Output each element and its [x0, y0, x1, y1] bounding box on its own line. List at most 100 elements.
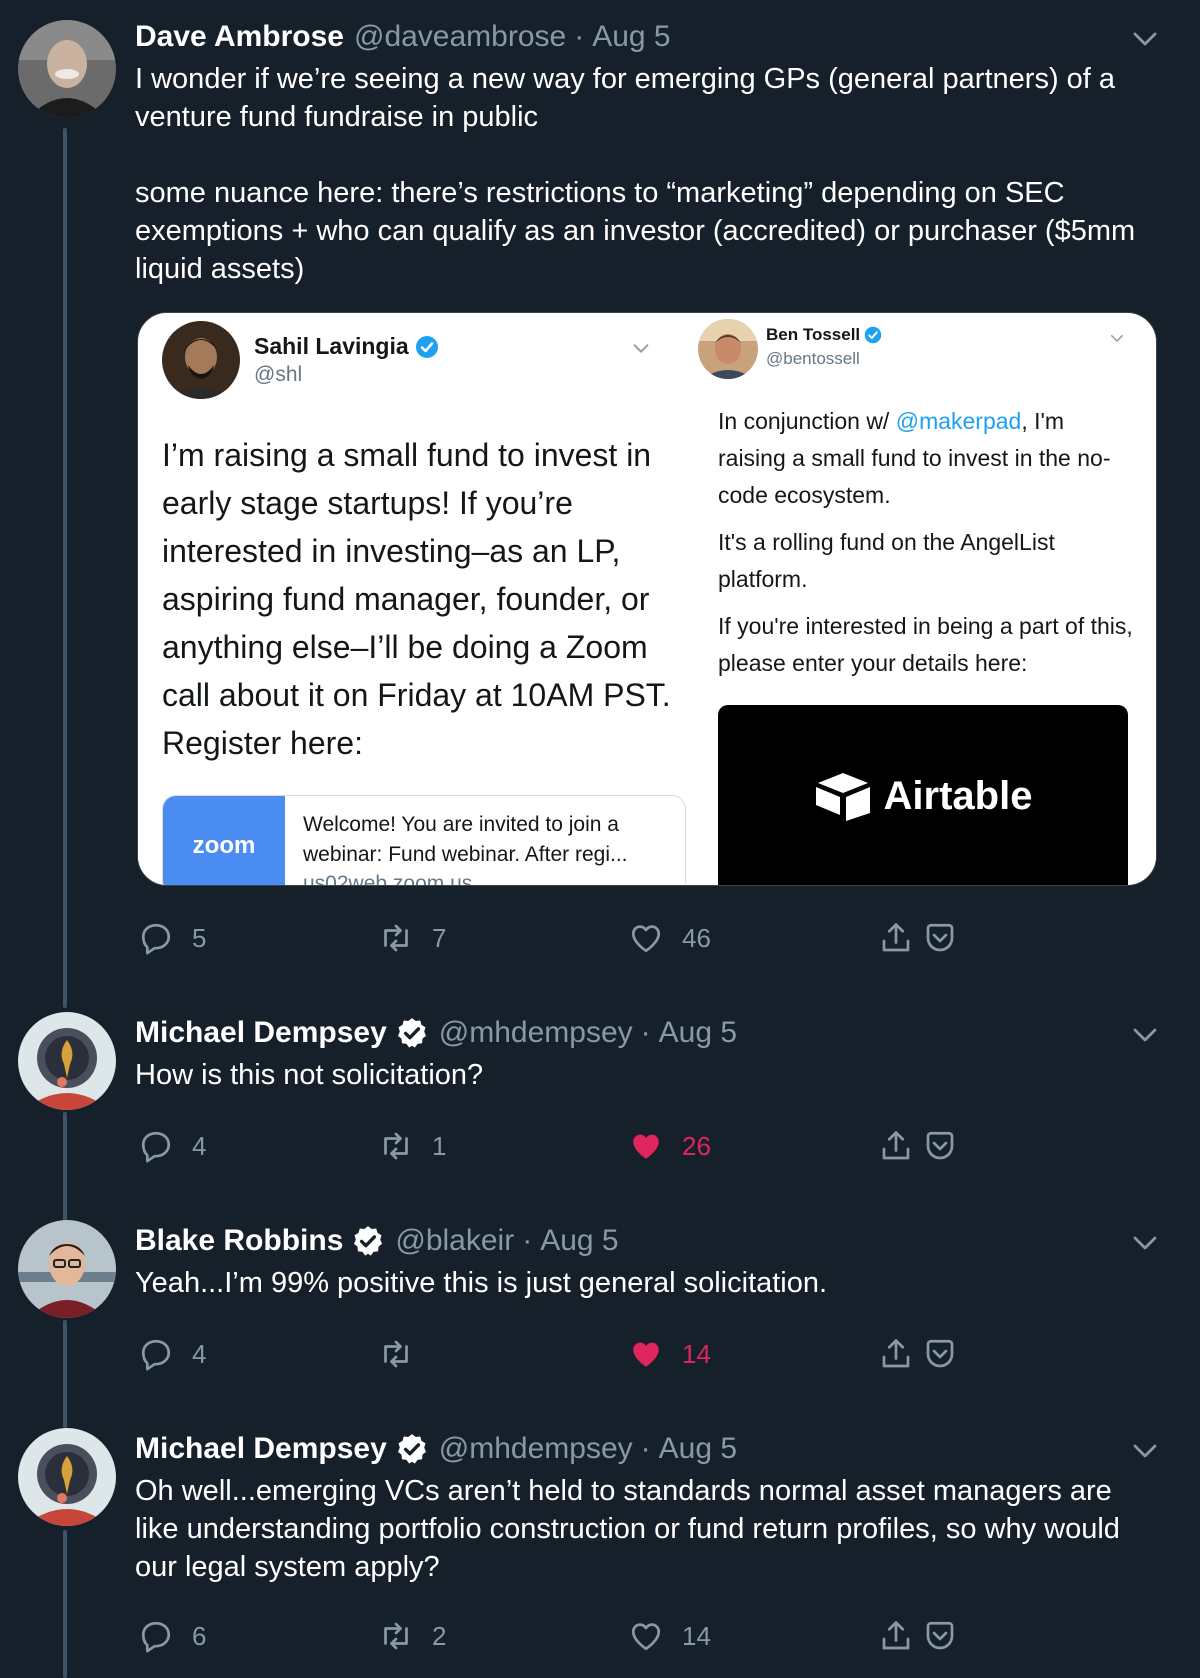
embedded-paragraph: In conjunction w/ @makerpad, I'm raising…	[718, 403, 1138, 514]
embedded-tweet-sahil: Sahil Lavingia @shl I’m raising a small …	[138, 313, 698, 885]
reply-button[interactable]: 4	[138, 1128, 206, 1164]
avatar[interactable]	[18, 1428, 116, 1526]
retweet-icon	[384, 1622, 408, 1650]
chevron-down-icon[interactable]	[1130, 1436, 1160, 1466]
embedded-name-text: Sahil Lavingia	[254, 333, 409, 359]
share-icon	[882, 1131, 910, 1160]
mention-link: @makerpad	[895, 408, 1022, 434]
avatar[interactable]	[18, 1012, 116, 1110]
like-button[interactable]: 14	[628, 1618, 711, 1654]
bookmark-icon	[926, 1131, 954, 1160]
bookmark-button[interactable]	[922, 920, 958, 956]
like-icon	[633, 1134, 659, 1159]
avatar	[698, 319, 758, 379]
zoom-card-text: Welcome! You are invited to join a webin…	[303, 813, 628, 866]
avatar[interactable]	[18, 20, 116, 118]
reply-count: 4	[192, 1130, 207, 1161]
reply-button[interactable]: 6	[138, 1618, 206, 1654]
embedded-name-text: Ben Tossell	[766, 325, 861, 344]
reply-count: 6	[192, 1620, 207, 1651]
tweet-media-image[interactable]: Sahil Lavingia @shl I’m raising a small …	[137, 312, 1157, 886]
chevron-down-icon[interactable]	[1130, 1228, 1160, 1258]
zoom-link-card: zoom Welcome! You are invited to join a …	[162, 795, 686, 885]
embedded-display-name: Ben Tossell	[766, 325, 882, 345]
embedded-paragraph: If you're interested in being a part of …	[718, 613, 1133, 676]
verified-icon	[415, 335, 438, 358]
bookmark-icon	[926, 1621, 954, 1650]
chevron-down-icon[interactable]	[1130, 24, 1160, 54]
embedded-tweet-text: I’m raising a small fund to invest in ea…	[162, 437, 680, 761]
handle[interactable]: @daveambrose	[354, 18, 566, 56]
display-name[interactable]: Michael Dempsey	[135, 1014, 387, 1052]
text-prefix: In conjunction w/	[718, 408, 896, 434]
separator-dot: ·	[640, 1016, 651, 1049]
tweet-actions: 4 14	[138, 1336, 958, 1376]
tweet-actions: 4 1 26	[138, 1128, 958, 1168]
share-icon	[882, 1339, 910, 1368]
verified-icon	[397, 1434, 426, 1464]
embedded-tweet-ben: Ben Tossell @bentossell In conjunction w…	[698, 313, 1156, 885]
verified-icon	[864, 326, 882, 344]
share-icon	[882, 1621, 910, 1650]
timestamp[interactable]: Aug 5	[659, 1430, 737, 1468]
avatar[interactable]	[18, 1220, 116, 1318]
tweet-header: Michael Dempsey @mhdempsey · Aug 5	[135, 1430, 1160, 1468]
like-button[interactable]: 14	[628, 1336, 711, 1372]
bookmark-icon	[926, 1339, 954, 1368]
tweet-text: Oh well...emerging VCs aren’t held to st…	[135, 1475, 1128, 1583]
reply-button[interactable]: 5	[138, 920, 206, 956]
tweet[interactable]: Blake Robbins @blakeir · Aug 5 Yeah...I’…	[0, 1208, 1200, 1408]
chevron-down-icon	[633, 344, 649, 353]
handle[interactable]: @mhdempsey	[439, 1430, 633, 1468]
reply-button[interactable]: 4	[138, 1336, 206, 1372]
bookmark-button[interactable]	[922, 1336, 958, 1372]
timestamp[interactable]: Aug 5	[592, 18, 670, 56]
retweet-button[interactable]	[378, 1336, 432, 1372]
tweet[interactable]: Michael Dempsey @mhdempsey · Aug 5 How i…	[0, 1000, 1200, 1200]
tweet-actions: 6 2 14	[138, 1618, 958, 1658]
handle[interactable]: @mhdempsey	[439, 1014, 633, 1052]
embedded-handle: @bentossell	[766, 349, 860, 368]
retweet-icon	[384, 1340, 408, 1368]
share-button[interactable]	[878, 1336, 914, 1372]
share-button[interactable]	[878, 920, 914, 956]
retweet-count: 7	[432, 922, 447, 953]
display-name[interactable]: Dave Ambrose	[135, 18, 344, 56]
embedded-display-name: Sahil Lavingia	[254, 333, 439, 360]
retweet-count: 2	[432, 1620, 447, 1651]
bookmark-button[interactable]	[922, 1618, 958, 1654]
retweet-button[interactable]: 2	[378, 1618, 446, 1654]
share-icon	[882, 923, 910, 952]
airtable-logo-text: Airtable	[883, 773, 1033, 818]
like-icon	[631, 1623, 661, 1651]
like-icon	[631, 925, 661, 953]
zoom-logo: zoom	[163, 796, 285, 885]
airtable-logo-icon	[815, 773, 870, 821]
embedded-paragraph: It's a rolling fund on the AngelList pla…	[718, 529, 1055, 592]
retweet-button[interactable]: 1	[378, 1128, 446, 1164]
avatar	[162, 321, 240, 399]
timestamp[interactable]: Aug 5	[659, 1014, 737, 1052]
share-button[interactable]	[878, 1128, 914, 1164]
like-button[interactable]: 46	[628, 920, 711, 956]
reply-count: 4	[192, 1338, 207, 1369]
retweet-button[interactable]: 7	[378, 920, 446, 956]
timestamp[interactable]: Aug 5	[540, 1222, 618, 1260]
like-count: 14	[682, 1338, 711, 1369]
retweet-count: 1	[432, 1130, 447, 1161]
like-count: 46	[682, 922, 711, 953]
bookmark-icon	[926, 923, 954, 952]
display-name[interactable]: Michael Dempsey	[135, 1430, 387, 1468]
bookmark-button[interactable]	[922, 1128, 958, 1164]
share-button[interactable]	[878, 1618, 914, 1654]
embedded-tweet-text: In conjunction w/ @makerpad, I'm raising…	[718, 403, 1138, 692]
tweet[interactable]: Michael Dempsey @mhdempsey · Aug 5 Oh we…	[0, 1416, 1200, 1678]
handle[interactable]: @blakeir	[395, 1222, 514, 1260]
like-icon	[633, 1342, 659, 1367]
chevron-down-icon	[1111, 335, 1123, 343]
chevron-down-icon[interactable]	[1130, 1020, 1160, 1050]
like-button[interactable]: 26	[628, 1128, 711, 1164]
tweet-text: Yeah...I’m 99% positive this is just gen…	[135, 1267, 828, 1299]
tweet[interactable]: Dave Ambrose @daveambrose · Aug 5 I wond…	[0, 0, 1200, 1000]
display-name[interactable]: Blake Robbins	[135, 1222, 343, 1260]
